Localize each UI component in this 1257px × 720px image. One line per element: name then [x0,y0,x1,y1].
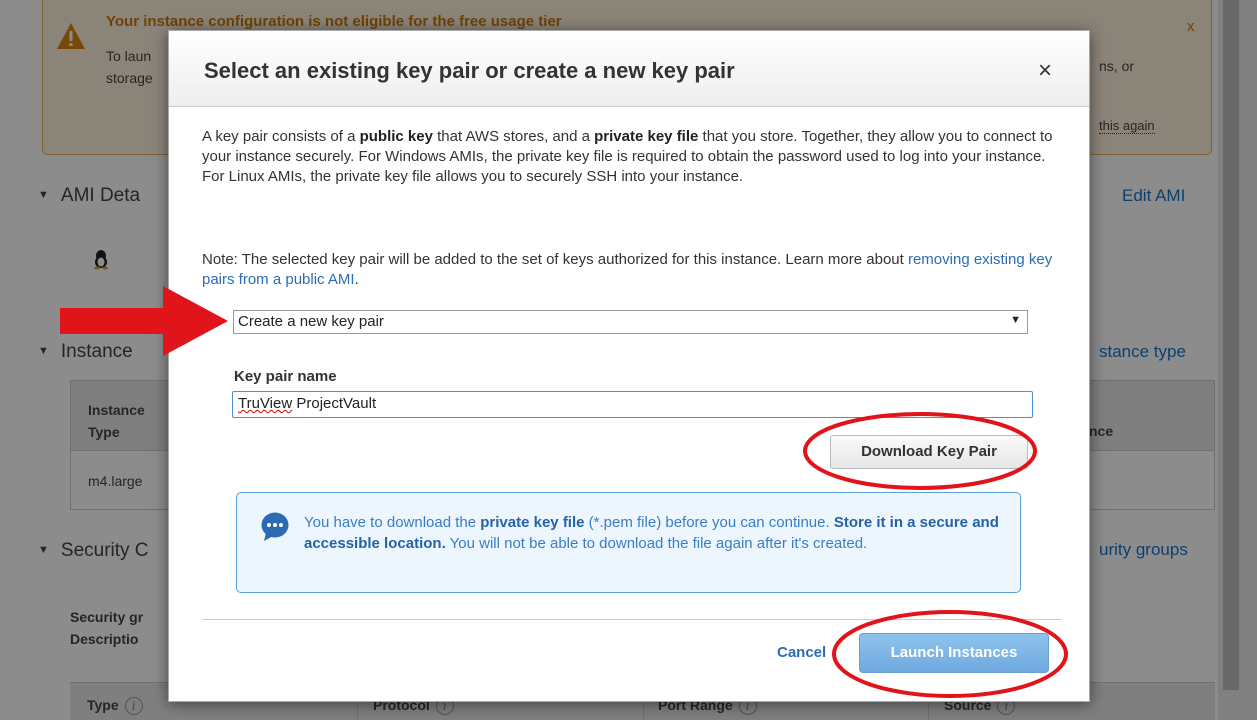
red-arrow-annotation [60,286,228,356]
download-highlight-circle [803,412,1037,490]
tutorial-annotations [60,286,1068,698]
launch-highlight-circle [832,610,1068,698]
